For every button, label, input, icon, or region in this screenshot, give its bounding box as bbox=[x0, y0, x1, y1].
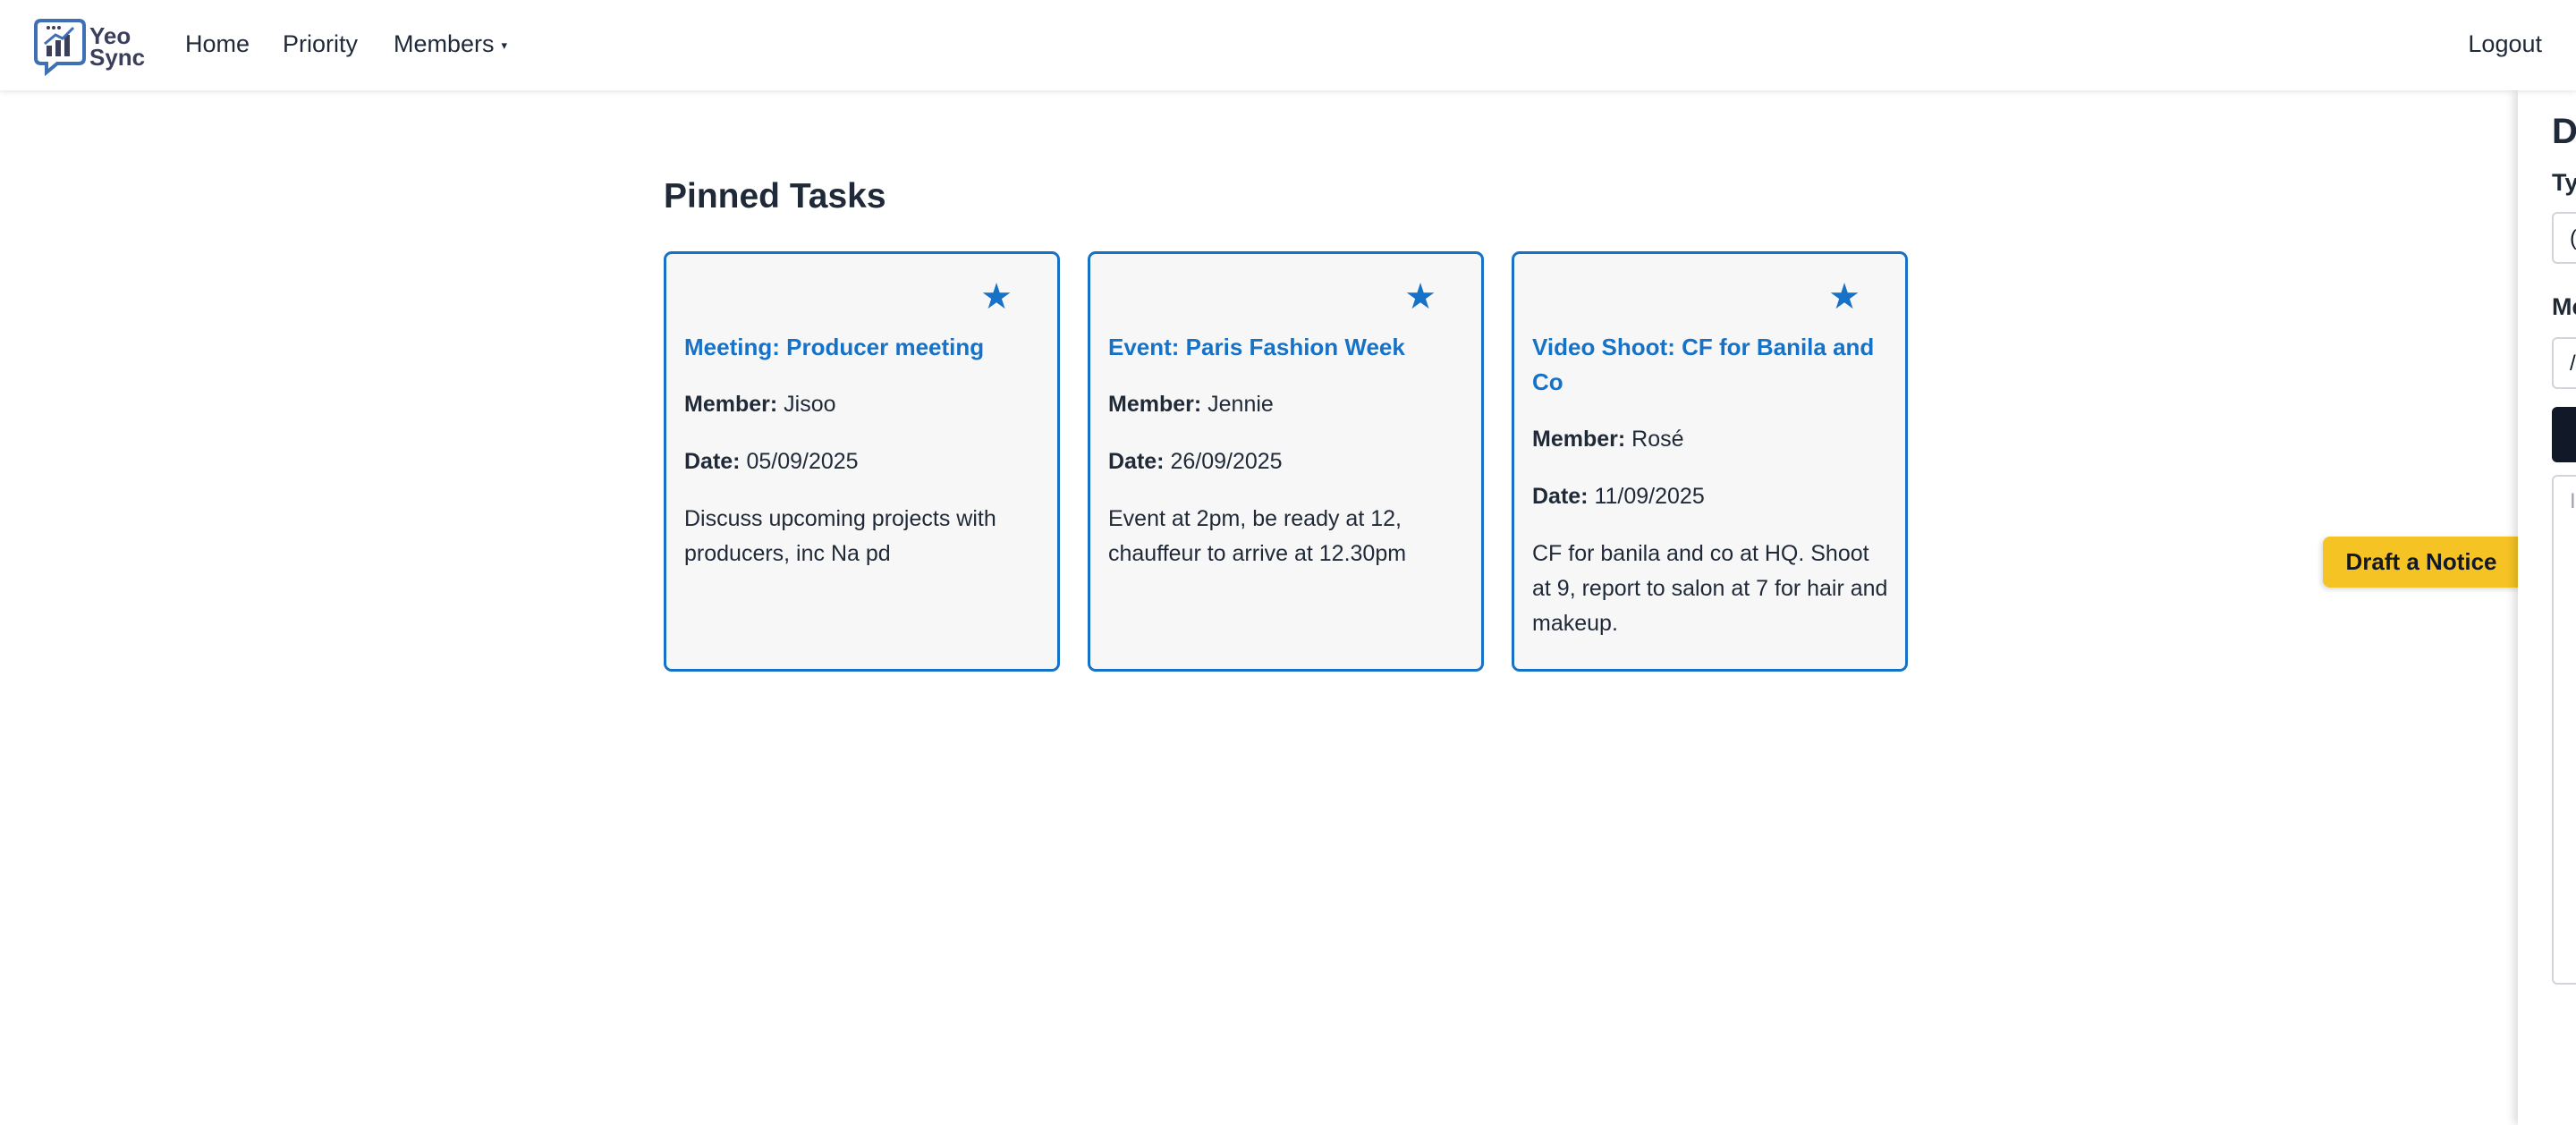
pinned-task-card[interactable]: ★ Event: Paris Fashion Week Member: Jenn… bbox=[1088, 251, 1484, 672]
task-description: CF for banila and co at HQ. Shoot at 9, … bbox=[1532, 541, 1888, 636]
date-label: Date: bbox=[1108, 449, 1165, 474]
task-member: Member: Rosé bbox=[1532, 422, 1889, 457]
member-label: Member: bbox=[1108, 392, 1202, 417]
date-value: 26/09/2025 bbox=[1170, 449, 1283, 474]
pinned-task-card[interactable]: ★ Video Shoot: CF for Banila and Co Memb… bbox=[1512, 251, 1908, 672]
member-value: Rosé bbox=[1631, 427, 1684, 452]
pinned-task-card[interactable]: ★ Meeting: Producer meeting Member: Jiso… bbox=[664, 251, 1060, 672]
member-value: Jisoo bbox=[784, 392, 836, 417]
yeosync-logo[interactable]: Yeo Sync bbox=[34, 16, 150, 77]
panel-action-button[interactable] bbox=[2552, 407, 2576, 462]
chat-chart-logo-icon bbox=[34, 19, 86, 76]
member-label: Me bbox=[2552, 293, 2576, 320]
nav-priority-link[interactable]: Priority bbox=[283, 30, 358, 58]
logo-text-sync: Sync bbox=[89, 44, 146, 71]
draft-notice-panel: D Ty ( Me / I bbox=[2518, 90, 2576, 1125]
task-date: Date: 11/09/2025 bbox=[1532, 479, 1889, 514]
member-label: Member: bbox=[684, 392, 778, 417]
task-description: Event at 2pm, be ready at 12, chauffeur … bbox=[1108, 506, 1407, 566]
nav-members-dropdown[interactable]: Members ▾ bbox=[394, 30, 507, 58]
star-icon[interactable]: ★ bbox=[1828, 279, 1860, 315]
member-label: Member: bbox=[1532, 427, 1626, 452]
task-title[interactable]: Meeting: Producer meeting bbox=[684, 330, 1041, 365]
top-navbar: Yeo Sync Home Priority Members ▾ Logout bbox=[0, 0, 2576, 90]
member-value: Jennie bbox=[1208, 392, 1274, 417]
logout-link[interactable]: Logout bbox=[2468, 30, 2542, 58]
nav-home-link[interactable]: Home bbox=[185, 30, 250, 58]
draft-notice-tab-button[interactable]: Draft a Notice bbox=[2323, 537, 2520, 588]
date-label: Date: bbox=[684, 449, 741, 474]
task-title[interactable]: Event: Paris Fashion Week bbox=[1108, 330, 1465, 365]
star-icon[interactable]: ★ bbox=[980, 279, 1013, 315]
type-select[interactable]: ( bbox=[2552, 212, 2576, 264]
date-label: Date: bbox=[1532, 484, 1589, 509]
date-value: 05/09/2025 bbox=[746, 449, 859, 474]
task-member: Member: Jisoo bbox=[684, 387, 1041, 422]
notice-textarea[interactable]: I bbox=[2552, 475, 2576, 985]
task-title[interactable]: Video Shoot: CF for Banila and Co bbox=[1532, 330, 1889, 400]
task-description: Discuss upcoming projects with producers… bbox=[684, 506, 996, 566]
chevron-down-icon: ▾ bbox=[501, 38, 508, 52]
task-date: Date: 26/09/2025 bbox=[1108, 444, 1465, 479]
task-date: Date: 05/09/2025 bbox=[684, 444, 1041, 479]
task-member: Member: Jennie bbox=[1108, 387, 1465, 422]
star-icon[interactable]: ★ bbox=[1404, 279, 1436, 315]
nav-members-label: Members bbox=[394, 30, 495, 57]
type-label: Ty bbox=[2552, 169, 2576, 196]
panel-heading: D bbox=[2552, 112, 2576, 151]
date-value: 11/09/2025 bbox=[1594, 484, 1705, 509]
logo-wordmark: Yeo Sync bbox=[89, 24, 146, 71]
member-select[interactable]: / bbox=[2552, 337, 2576, 389]
pinned-tasks-title: Pinned Tasks bbox=[664, 177, 886, 216]
